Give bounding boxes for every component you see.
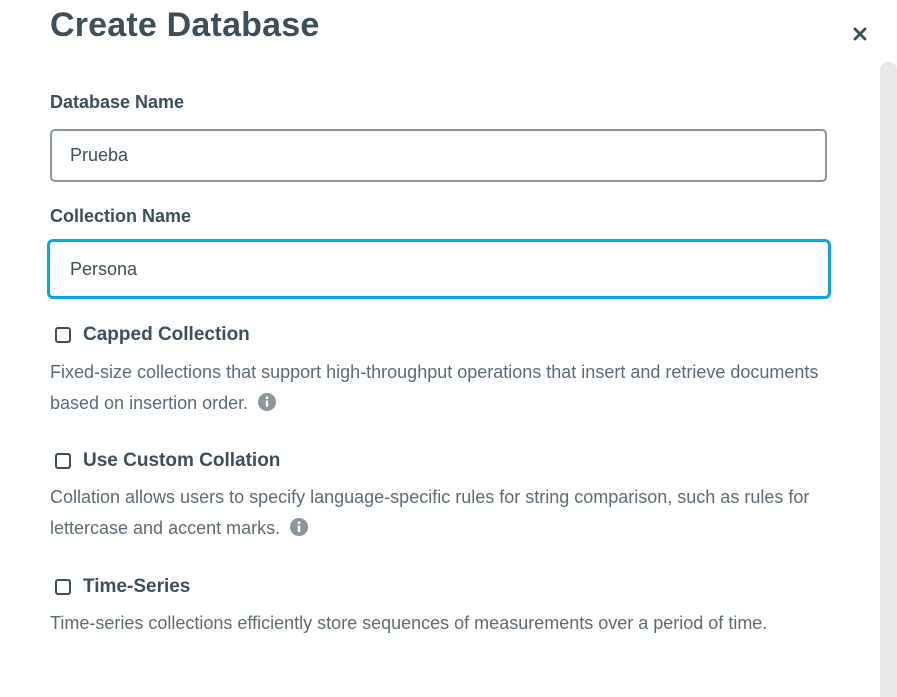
custom-collation-description: Collation allows users to specify langua… [50,482,840,544]
collection-name-input[interactable] [47,239,831,299]
scrollbar[interactable] [880,0,897,697]
time-series-option[interactable]: Time-Series [55,576,190,598]
capped-collection-description-text: Fixed-size collections that support high… [50,362,819,413]
create-database-modal: Create Database Database Name Collection… [0,0,897,697]
scrollbar-thumb[interactable] [880,62,897,697]
capped-collection-label: Capped Collection [83,324,250,345]
time-series-description: Time-series collections efficiently stor… [50,608,840,639]
database-name-input[interactable] [50,129,827,182]
info-icon[interactable] [290,518,309,536]
close-icon [853,27,867,41]
close-button[interactable] [846,20,874,48]
time-series-label: Time-Series [83,576,191,597]
capped-collection-option[interactable]: Capped Collection [55,324,250,346]
info-icon[interactable] [258,393,277,411]
custom-collation-checkbox[interactable] [55,453,71,469]
custom-collation-option[interactable]: Use Custom Collation [55,450,280,472]
collection-name-label: Collection Name [50,206,192,226]
capped-collection-checkbox[interactable] [55,327,71,343]
custom-collation-description-text: Collation allows users to specify langua… [50,487,810,538]
time-series-checkbox[interactable] [55,579,71,595]
capped-collection-description: Fixed-size collections that support high… [50,357,840,419]
time-series-description-text: Time-series collections efficiently stor… [50,613,768,633]
modal-title: Create Database [50,6,320,44]
custom-collation-label: Use Custom Collation [83,450,281,471]
database-name-label: Database Name [50,92,185,112]
